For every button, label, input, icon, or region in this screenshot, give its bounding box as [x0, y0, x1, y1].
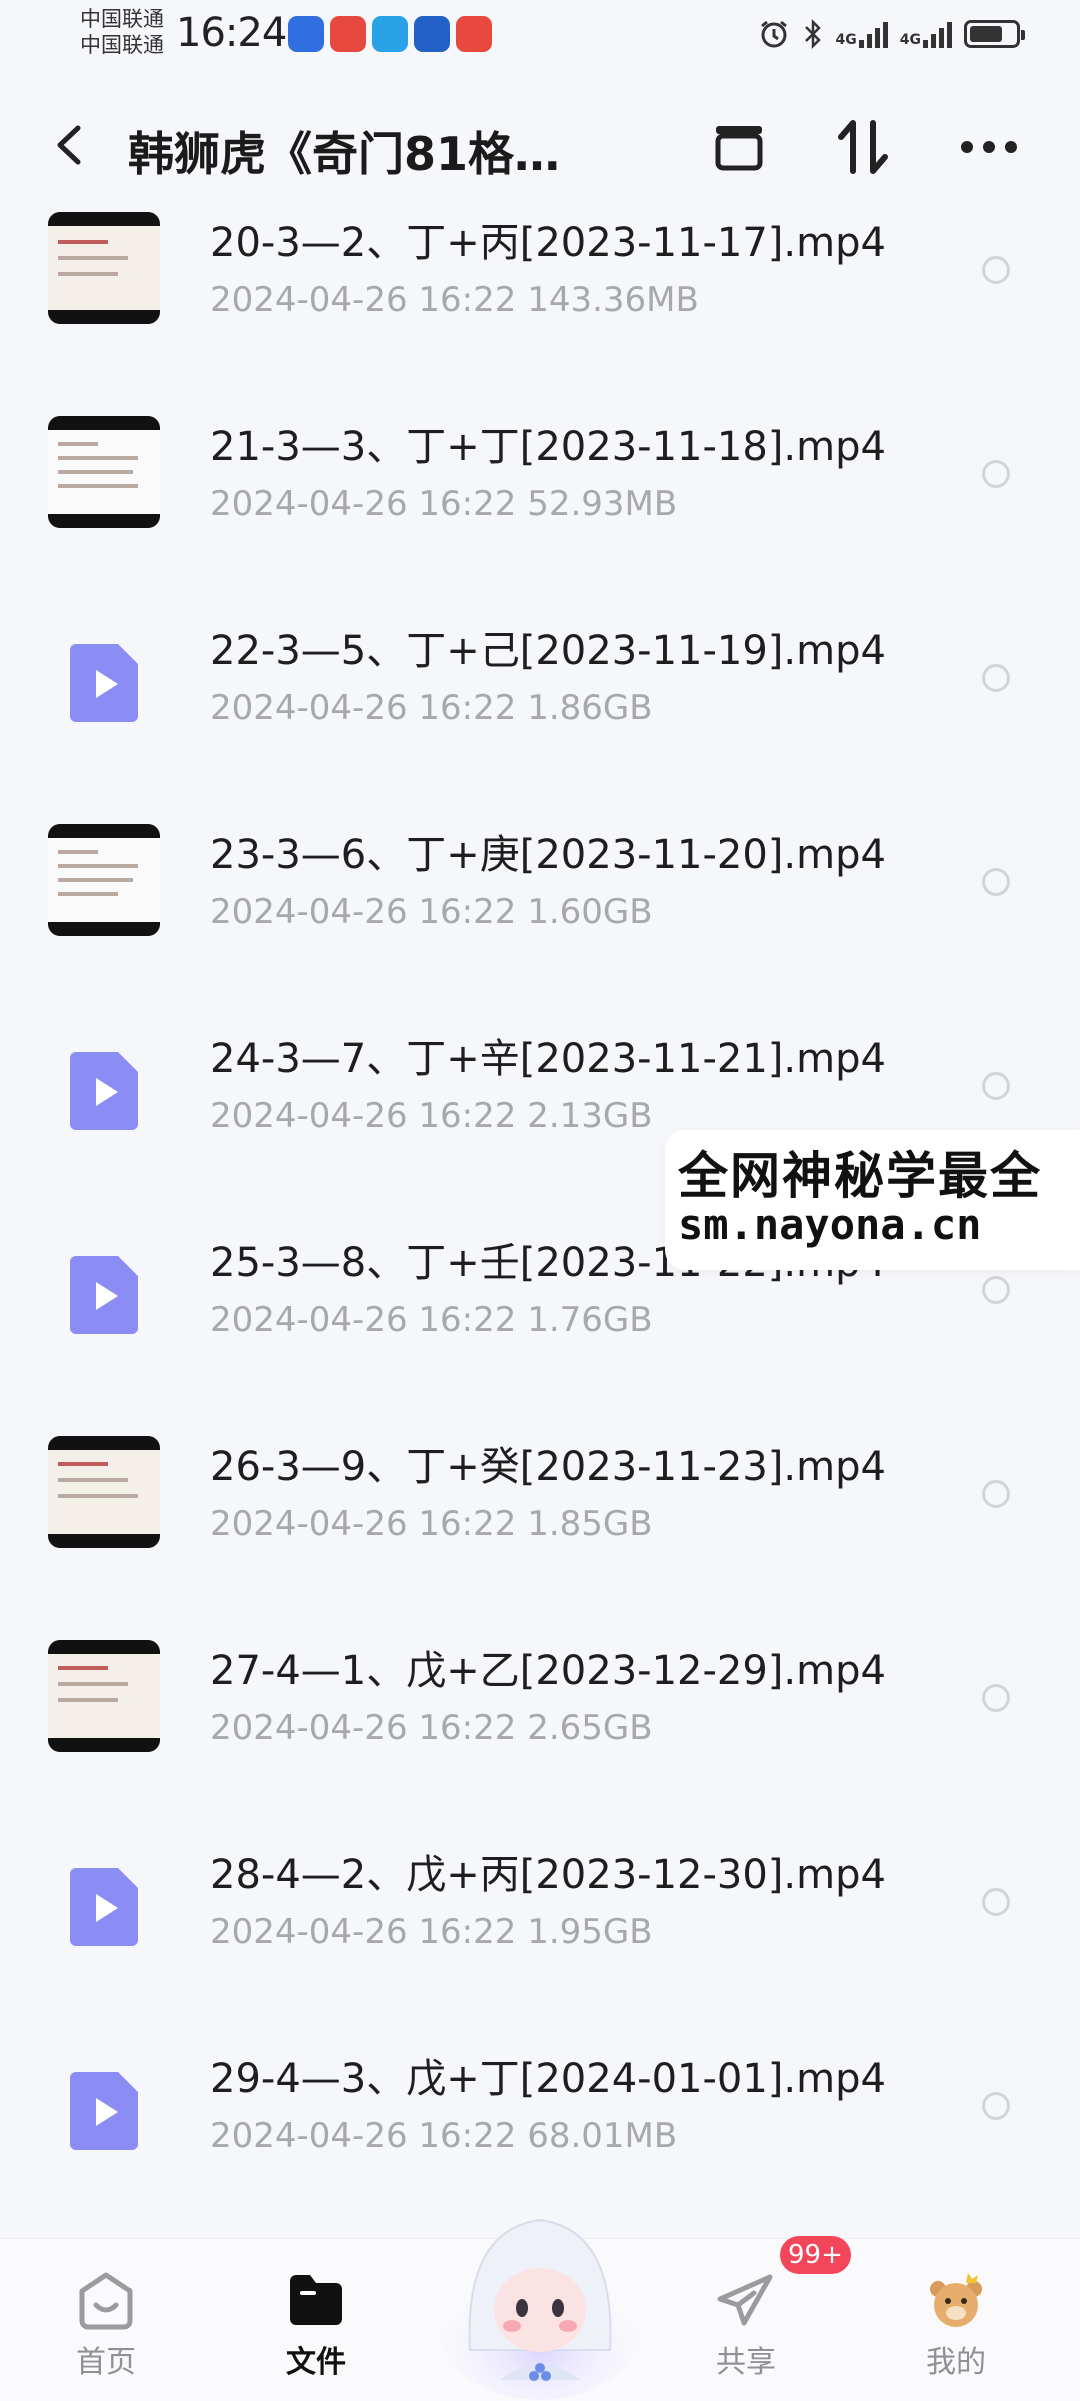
video-file-icon: [70, 2072, 138, 2150]
select-checkbox[interactable]: [982, 1684, 1010, 1712]
archive-button[interactable]: [704, 112, 774, 182]
file-name: 29-4—3、戊+丁[2024-01-01].mp4: [210, 2056, 886, 2102]
select-checkbox[interactable]: [982, 1480, 1010, 1508]
tab-files[interactable]: 文件: [246, 2239, 386, 2401]
notification-app-icon: [288, 16, 324, 52]
video-thumbnail: [48, 416, 160, 528]
watermark-text: 全网神秘学最全: [678, 1147, 1042, 1205]
video-file-icon: [70, 644, 138, 722]
sort-button[interactable]: [828, 112, 898, 182]
list-item[interactable]: 26-3—9、丁+癸[2023-11-23].mp4 2024-04-26 16…: [0, 1414, 1080, 1618]
carrier-1: 中国联通: [80, 7, 164, 31]
file-name: 26-3—9、丁+癸[2023-11-23].mp4: [210, 1444, 886, 1490]
select-checkbox[interactable]: [982, 664, 1010, 692]
carrier-label: 中国联通 中国联通: [80, 6, 164, 58]
list-item[interactable]: 23-3—6、丁+庚[2023-11-20].mp4 2024-04-26 16…: [0, 802, 1080, 1006]
tab-home-label: 首页: [76, 2345, 136, 2380]
video-file-icon: [70, 1052, 138, 1130]
file-name: 22-3—5、丁+己[2023-11-19].mp4: [210, 628, 886, 674]
network-type-2: 4G: [899, 32, 921, 48]
home-icon: [79, 2272, 133, 2330]
file-meta: 2024-04-26 16:22 1.60GB: [210, 892, 653, 932]
more-button[interactable]: [954, 112, 1024, 182]
select-checkbox[interactable]: [982, 868, 1010, 896]
video-thumbnail: [48, 212, 160, 324]
file-meta: 2024-04-26 16:22 1.76GB: [210, 1300, 653, 1340]
back-icon: [57, 125, 81, 165]
select-checkbox[interactable]: [982, 1276, 1010, 1304]
archive-icon: [715, 126, 763, 171]
more-icon: [961, 141, 1017, 153]
file-name: 21-3—3、丁+丁[2023-11-18].mp4: [210, 424, 886, 470]
network-type-1: 4G: [835, 32, 857, 48]
video-file-icon: [70, 1868, 138, 1946]
sort-icon: [838, 120, 888, 174]
clock: 16:24: [176, 10, 287, 56]
paper-plane-icon: [717, 2274, 773, 2326]
notification-app-icon: [330, 16, 366, 52]
file-name: 28-4—2、戊+丙[2023-12-30].mp4: [210, 1852, 886, 1898]
file-name: 24-3—7、丁+辛[2023-11-21].mp4: [210, 1036, 886, 1082]
list-item[interactable]: 20-3—2、丁+丙[2023-11-17].mp4 2024-04-26 16…: [0, 190, 1080, 394]
notification-app-icon: [456, 16, 492, 52]
video-file-icon: [70, 1256, 138, 1334]
page-title: 韩狮虎《奇门81格…: [128, 127, 561, 181]
notification-weather-icon: [372, 16, 408, 52]
tab-mine[interactable]: 我的: [886, 2239, 1026, 2401]
file-meta: 2024-04-26 16:22 52.93MB: [210, 484, 678, 524]
status-bar: 中国联通 中国联通 16:24 4G 4G: [0, 0, 1080, 72]
select-checkbox[interactable]: [982, 256, 1010, 284]
list-item[interactable]: 27-4—1、戊+乙[2023-12-29].mp4 2024-04-26 16…: [0, 1618, 1080, 1822]
select-checkbox[interactable]: [982, 1888, 1010, 1916]
file-meta: 2024-04-26 16:22 2.13GB: [210, 1096, 653, 1136]
file-name: 27-4—1、戊+乙[2023-12-29].mp4: [210, 1648, 886, 1694]
list-item[interactable]: 21-3—3、丁+丁[2023-11-18].mp4 2024-04-26 16…: [0, 394, 1080, 598]
tab-home[interactable]: 首页: [36, 2239, 176, 2401]
file-meta: 2024-04-26 16:22 143.36MB: [210, 280, 699, 320]
watermark-url: sm.nayona.cn: [678, 1200, 982, 1249]
status-icons: 4G 4G: [758, 18, 1025, 50]
alarm-icon: [760, 20, 787, 48]
folder-icon: [290, 2275, 342, 2325]
back-button[interactable]: [46, 120, 96, 170]
tab-share-label: 共享: [716, 2345, 776, 2380]
notification-app-icon: [414, 16, 450, 52]
file-meta: 2024-04-26 16:22 68.01MB: [210, 2116, 678, 2156]
file-name: 23-3—6、丁+庚[2023-11-20].mp4: [210, 832, 886, 878]
signal-2: 4G: [900, 20, 952, 48]
file-meta: 2024-04-26 16:22 1.86GB: [210, 688, 653, 728]
signal-bars-icon: [923, 20, 952, 48]
tab-mine-label: 我的: [926, 2345, 986, 2380]
video-thumbnail: [48, 1640, 160, 1752]
top-app-bar: 韩狮虎《奇门81格…: [0, 100, 1080, 190]
bear-avatar-icon: [930, 2273, 982, 2327]
tab-files-label: 文件: [286, 2345, 346, 2380]
video-thumbnail: [48, 1436, 160, 1548]
file-meta: 2024-04-26 16:22 1.85GB: [210, 1504, 653, 1544]
list-item[interactable]: 22-3—5、丁+己[2023-11-19].mp4 2024-04-26 16…: [0, 598, 1080, 802]
ai-assistant-button[interactable]: [430, 2180, 650, 2400]
battery-icon: [964, 20, 1025, 48]
carrier-2: 中国联通: [80, 33, 164, 57]
bluetooth-icon: [804, 18, 821, 50]
select-checkbox[interactable]: [982, 1072, 1010, 1100]
select-checkbox[interactable]: [982, 460, 1010, 488]
file-meta: 2024-04-26 16:22 2.65GB: [210, 1708, 653, 1748]
share-badge: 99+: [780, 2236, 851, 2274]
select-checkbox[interactable]: [982, 2092, 1010, 2120]
list-item[interactable]: 28-4—2、戊+丙[2023-12-30].mp4 2024-04-26 16…: [0, 1822, 1080, 2026]
file-name: 20-3—2、丁+丙[2023-11-17].mp4: [210, 220, 886, 266]
signal-bars-icon: [858, 20, 888, 48]
signal-1: 4G: [836, 20, 888, 48]
video-thumbnail: [48, 824, 160, 936]
file-meta: 2024-04-26 16:22 1.95GB: [210, 1912, 653, 1952]
